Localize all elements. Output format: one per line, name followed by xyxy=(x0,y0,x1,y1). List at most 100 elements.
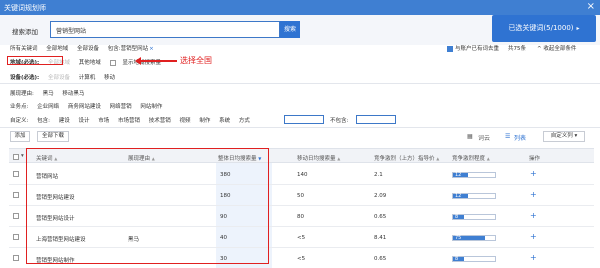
select-menu-icon[interactable]: ▾ xyxy=(21,153,24,159)
custom-item[interactable]: 制作 xyxy=(199,116,210,124)
checkbox-icon[interactable] xyxy=(109,59,116,66)
custom-exclude-input[interactable] xyxy=(356,115,396,124)
list-view-icon[interactable]: ☰ xyxy=(505,133,510,140)
download-all-button[interactable]: 全部下载 xyxy=(37,131,69,142)
exclude-label: 与账户已有词去重 xyxy=(455,46,500,52)
competition-value: 12 xyxy=(455,193,462,199)
custom-item[interactable]: 视频 xyxy=(180,116,191,124)
exclude-option[interactable]: 与账户已有词去重 xyxy=(447,44,499,52)
row-checkbox[interactable] xyxy=(13,255,19,261)
business-row: 业务点: 企业网络 商务网站建设 网络营销 网站制作 xyxy=(10,102,169,110)
competition-bar: 12 xyxy=(452,193,496,199)
custom-item[interactable]: 市场 xyxy=(98,116,109,124)
header-mobile-search[interactable]: 移动日均搜索量 ▲ xyxy=(297,154,340,162)
competition-value: 8 xyxy=(455,256,459,262)
close-icon[interactable]: × xyxy=(149,46,154,52)
business-item[interactable]: 网站制作 xyxy=(140,102,162,110)
collapse-all-link[interactable]: ^ 收起全部条件 xyxy=(537,44,576,52)
custom-contains-label: 包含: xyxy=(37,118,50,124)
total-count: 共75条 xyxy=(508,46,526,52)
checkbox-icon[interactable] xyxy=(447,45,453,52)
sort-icon: ▲ xyxy=(337,156,341,161)
add-button[interactable]: 添加 xyxy=(10,131,30,142)
custom-item[interactable]: 设计 xyxy=(78,116,89,124)
price-cell: 0.65 xyxy=(374,214,387,220)
add-keyword-icon[interactable]: + xyxy=(530,253,537,262)
device-all[interactable]: 全部设备 xyxy=(48,73,70,81)
grid-view-icon[interactable]: ▦ xyxy=(467,133,473,140)
add-keyword-icon[interactable]: + xyxy=(530,169,537,178)
custom-item[interactable]: 市场营销 xyxy=(118,116,140,124)
search-button[interactable]: 搜索 xyxy=(280,21,300,38)
custom-columns-button[interactable]: 自定义列 ▾ xyxy=(543,131,585,142)
custom-contains-input[interactable] xyxy=(284,115,324,124)
header-price-label: 竞争激烈（上方）指导价 xyxy=(374,156,435,162)
chart-view-label[interactable]: 词云 xyxy=(478,133,490,142)
price-cell: 2.1 xyxy=(374,172,383,178)
custom-exclude-label: 不包含: xyxy=(330,118,349,124)
header-mobile-label: 移动日均搜索量 xyxy=(297,156,336,162)
list-view-label[interactable]: 列表 xyxy=(514,133,526,142)
custom-item[interactable]: 方式 xyxy=(239,116,250,124)
custom-item[interactable]: 系统 xyxy=(219,116,230,124)
row-checkbox[interactable] xyxy=(13,192,19,198)
search-input[interactable]: 营销型网站 xyxy=(50,21,280,38)
recommend-row: 展现理由: 黑马 移动黑马 xyxy=(10,89,91,97)
competition-value: 12 xyxy=(455,172,462,178)
business-item[interactable]: 网络营销 xyxy=(110,102,132,110)
search-input-value: 营销型网站 xyxy=(56,28,87,35)
recommend-item[interactable]: 黑马 xyxy=(43,89,54,97)
recommend-item[interactable]: 移动黑马 xyxy=(62,89,84,97)
competition-bar: 8 xyxy=(452,256,496,262)
add-keyword-icon[interactable]: + xyxy=(530,232,537,241)
annotation-arrow xyxy=(135,57,177,64)
select-all-checkbox[interactable] xyxy=(13,154,19,160)
row-checkbox[interactable] xyxy=(13,171,19,177)
recommend-label: 展现理由: xyxy=(10,91,34,97)
competition-bar: 12 xyxy=(452,172,496,178)
device-row: 设备(必选): 全部设备 计算机 移动 xyxy=(10,73,122,81)
mobile-search-cell: 140 xyxy=(297,172,308,178)
selected-keywords-button[interactable]: 已选关键词(5/1000) ▸ xyxy=(492,15,596,42)
close-icon[interactable]: × xyxy=(587,1,595,12)
price-cell: 8.41 xyxy=(374,235,387,241)
mobile-search-cell: 50 xyxy=(297,193,304,199)
window-title: 关键词规划师 xyxy=(4,4,46,12)
competition-bar: 8 xyxy=(452,214,496,220)
title-bar: 关键词规划师 × xyxy=(0,0,600,15)
add-keyword-icon[interactable]: + xyxy=(530,190,537,199)
mobile-search-cell: 80 xyxy=(297,214,304,220)
header-competition-label: 竞争激烈程度 xyxy=(452,156,486,162)
divider xyxy=(0,83,600,84)
tag-contains-label: 包含:营销型网站 xyxy=(107,46,149,52)
price-cell: 2.09 xyxy=(374,193,387,199)
header-price[interactable]: 竞争激烈（上方）指导价 ▲ xyxy=(374,154,439,162)
mobile-search-cell: <5 xyxy=(297,235,306,241)
custom-row: 自定义: 包含: 建设 设计 市场 市场营销 技术营销 视频 制作 系统 方式 xyxy=(10,116,257,124)
competition-value: 8 xyxy=(455,214,459,220)
business-item[interactable]: 商务网站建设 xyxy=(68,102,101,110)
header-competition[interactable]: 竞争激烈程度 ▲ xyxy=(452,154,490,162)
region-other[interactable]: 其他地域 xyxy=(79,58,101,66)
annotation-box xyxy=(7,56,63,65)
tag-all-regions[interactable]: 全部地域 xyxy=(46,44,68,52)
tag-contains[interactable]: 包含:营销型网站× xyxy=(108,44,154,52)
tag-all-devices[interactable]: 全部设备 xyxy=(77,44,99,52)
business-item[interactable]: 企业网络 xyxy=(37,102,59,110)
chevron-right-icon: ▸ xyxy=(576,25,580,32)
device-label: 设备(必选): xyxy=(10,75,40,81)
custom-columns-label: 自定义列 xyxy=(550,133,573,139)
add-keyword-icon[interactable]: + xyxy=(530,211,537,220)
device-pc[interactable]: 计算机 xyxy=(79,73,96,81)
annotation-table-box xyxy=(26,148,269,264)
custom-item[interactable]: 技术营销 xyxy=(149,116,171,124)
tag-all-keywords[interactable]: 所有关键词 xyxy=(10,44,38,52)
row-checkbox[interactable] xyxy=(13,234,19,240)
price-cell: 0.65 xyxy=(374,256,387,262)
device-mobile[interactable]: 移动 xyxy=(104,73,115,81)
custom-item[interactable]: 建设 xyxy=(59,116,70,124)
sort-icon: ▲ xyxy=(436,156,440,161)
competition-value: 75 xyxy=(455,235,462,241)
row-checkbox[interactable] xyxy=(13,213,19,219)
search-label: 搜索添加 xyxy=(12,28,38,36)
